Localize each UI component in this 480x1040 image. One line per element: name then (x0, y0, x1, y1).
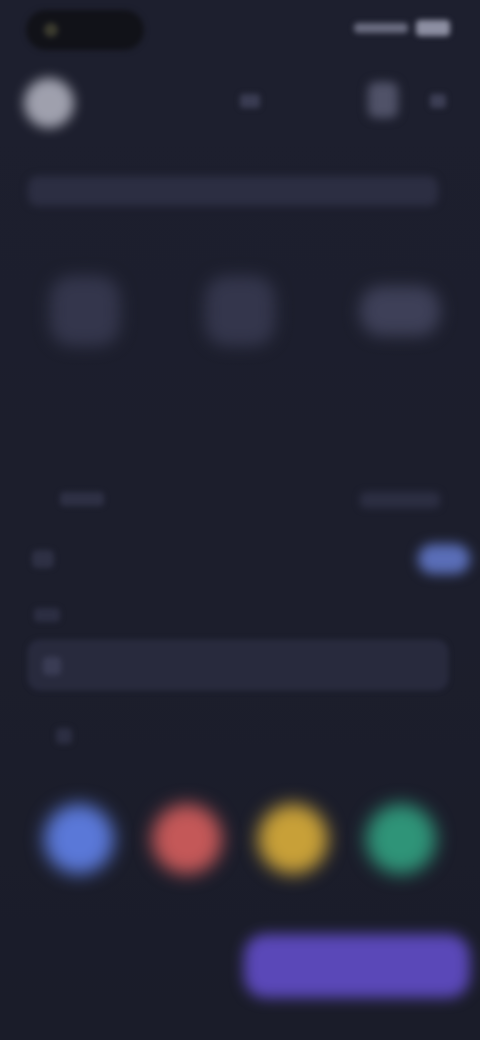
color-swatch-green[interactable] (366, 804, 436, 874)
profile-icon[interactable] (368, 82, 398, 118)
settings-panel (0, 470, 480, 590)
battery-icon (416, 20, 450, 36)
panel-label-left (60, 492, 104, 506)
cancel-button[interactable] (90, 952, 160, 982)
page-title-text (28, 176, 438, 192)
field-label (34, 608, 60, 622)
status-indicators (354, 20, 450, 36)
page-title (28, 176, 438, 206)
color-options (0, 790, 480, 920)
stat-card[interactable] (30, 250, 140, 410)
option-icon (32, 550, 54, 568)
chevron-icon[interactable] (240, 94, 260, 108)
avatar[interactable] (24, 78, 74, 128)
signal-icon (354, 23, 408, 33)
status-bar (0, 0, 480, 60)
panel-label-right (360, 492, 440, 508)
checkbox[interactable] (56, 728, 72, 744)
color-swatch-red[interactable] (152, 804, 222, 874)
app-screen (0, 0, 480, 1040)
stat-card[interactable] (345, 250, 455, 410)
dynamic-island (26, 10, 144, 50)
stat-icon (205, 276, 275, 346)
stat-icon (360, 286, 440, 336)
stat-card[interactable] (185, 250, 295, 410)
color-swatch-yellow[interactable] (258, 804, 328, 874)
activity-icon (44, 23, 58, 37)
color-swatch-blue[interactable] (44, 804, 114, 874)
search-icon (43, 657, 61, 675)
stats-row (0, 250, 480, 420)
primary-button[interactable] (244, 934, 470, 998)
header (0, 66, 480, 146)
menu-icon[interactable] (430, 94, 446, 108)
stat-icon (50, 276, 120, 346)
toggle-switch[interactable] (418, 544, 470, 574)
text-field[interactable] (28, 640, 448, 690)
